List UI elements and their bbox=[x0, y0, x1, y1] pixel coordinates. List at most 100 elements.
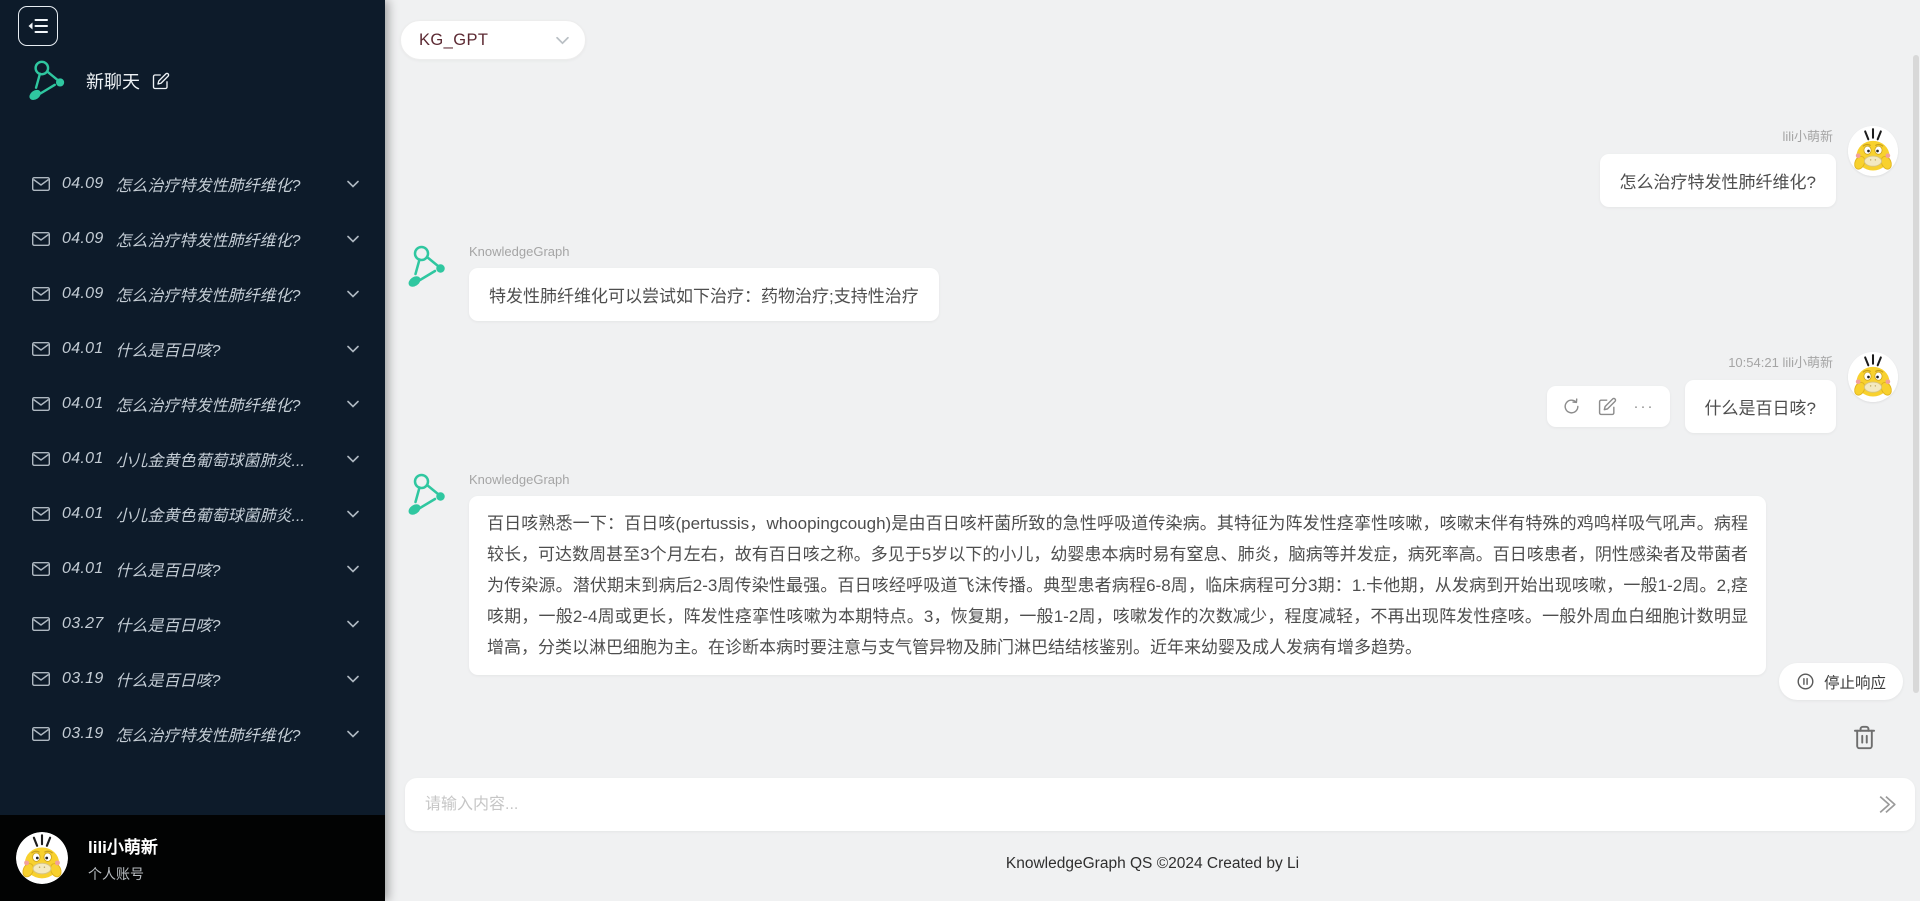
envelope-icon bbox=[32, 452, 50, 466]
history-date: 04.01 bbox=[62, 450, 104, 468]
history-title: 什么是百日咳? bbox=[116, 667, 335, 691]
chevron-down-icon[interactable] bbox=[347, 565, 359, 573]
duck-avatar-icon bbox=[16, 832, 68, 884]
history-date: 04.09 bbox=[62, 230, 104, 248]
sidebar: 新聊天 04.09 怎么治疗特发性肺纤维化? 04.09 怎么治疗特发性肺纤维化… bbox=[0, 0, 385, 901]
history-item[interactable]: 04.09 怎么治疗特发性肺纤维化? bbox=[0, 266, 385, 321]
history-title: 怎么治疗特发性肺纤维化? bbox=[116, 227, 335, 251]
message-time: 10:54:21 bbox=[1728, 355, 1779, 370]
message-bubble: 特发性肺纤维化可以尝试如下治疗：药物治疗;支持性治疗 bbox=[469, 268, 939, 321]
message-meta: 10:54:21 lili小萌新 bbox=[1728, 352, 1833, 371]
history-date: 04.09 bbox=[62, 285, 104, 303]
history-title: 什么是百日咳? bbox=[116, 557, 335, 581]
message-sender: lili小萌新 bbox=[1782, 126, 1833, 145]
stop-response-button[interactable]: 停止响应 bbox=[1779, 663, 1903, 700]
history-title: 小儿金黄色葡萄球菌肺炎... bbox=[116, 502, 335, 526]
message-toolbar: ··· bbox=[1547, 386, 1670, 427]
knowledgegraph-avatar-icon bbox=[405, 470, 455, 520]
collapse-menu-icon bbox=[26, 14, 50, 38]
chevron-down-icon[interactable] bbox=[347, 455, 359, 463]
chat-history-list: 04.09 怎么治疗特发性肺纤维化? 04.09 怎么治疗特发性肺纤维化? 04… bbox=[0, 156, 385, 761]
history-item[interactable]: 04.01 什么是百日咳? bbox=[0, 321, 385, 376]
history-title: 小儿金黄色葡萄球菌肺炎... bbox=[116, 447, 335, 471]
user-message: lili小萌新 怎么治疗特发性肺纤维化? bbox=[1600, 126, 1898, 207]
edit-icon bbox=[152, 72, 170, 90]
chevron-down-icon[interactable] bbox=[347, 510, 359, 518]
more-actions-icon[interactable]: ··· bbox=[1634, 402, 1655, 412]
chevron-down-icon[interactable] bbox=[347, 290, 359, 298]
model-selector[interactable]: KG_GPT bbox=[400, 20, 586, 60]
message-input-bar bbox=[405, 778, 1915, 831]
envelope-icon bbox=[32, 562, 50, 576]
user-profile[interactable]: lili小萌新 个人账号 bbox=[0, 815, 385, 901]
chevron-down-icon[interactable] bbox=[347, 235, 359, 243]
send-button[interactable] bbox=[1876, 794, 1899, 815]
chevron-down-icon[interactable] bbox=[347, 675, 359, 683]
history-title: 怎么治疗特发性肺纤维化? bbox=[116, 392, 335, 416]
history-item[interactable]: 03.19 怎么治疗特发性肺纤维化? bbox=[0, 706, 385, 761]
edit-icon bbox=[1598, 397, 1617, 416]
history-item[interactable]: 04.09 怎么治疗特发性肺纤维化? bbox=[0, 156, 385, 211]
message-bubble: 百日咳熟悉一下：百日咳(pertussis，whoopingcough)是由百日… bbox=[469, 496, 1766, 675]
history-item[interactable]: 04.01 小儿金黄色葡萄球菌肺炎... bbox=[0, 431, 385, 486]
message-sender: lili小萌新 bbox=[1782, 355, 1833, 370]
message-sender: KnowledgeGraph bbox=[469, 472, 1766, 487]
history-date: 03.19 bbox=[62, 670, 104, 688]
history-item[interactable]: 04.09 怎么治疗特发性肺纤维化? bbox=[0, 211, 385, 266]
chevron-down-icon[interactable] bbox=[347, 730, 359, 738]
envelope-icon bbox=[32, 177, 50, 191]
envelope-icon bbox=[32, 397, 50, 411]
footer-text: KnowledgeGraph QS ©2024 Created by Li bbox=[385, 855, 1920, 873]
history-item[interactable]: 04.01 怎么治疗特发性肺纤维化? bbox=[0, 376, 385, 431]
message-input[interactable] bbox=[423, 795, 1876, 815]
history-date: 04.01 bbox=[62, 560, 104, 578]
history-item[interactable]: 04.01 小儿金黄色葡萄球菌肺炎... bbox=[0, 486, 385, 541]
history-item[interactable]: 03.19 什么是百日咳? bbox=[0, 651, 385, 706]
history-title: 怎么治疗特发性肺纤维化? bbox=[116, 282, 335, 306]
chat-scrollbar[interactable] bbox=[1913, 55, 1919, 693]
knowledgegraph-avatar-icon bbox=[405, 242, 455, 292]
message-bubble: 怎么治疗特发性肺纤维化? bbox=[1600, 154, 1836, 207]
new-chat-button[interactable]: 新聊天 bbox=[26, 56, 385, 106]
envelope-icon bbox=[32, 672, 50, 686]
history-date: 03.27 bbox=[62, 615, 104, 633]
chevron-down-icon[interactable] bbox=[347, 345, 359, 353]
envelope-icon bbox=[32, 617, 50, 631]
history-date: 04.01 bbox=[62, 395, 104, 413]
chat-area: KG_GPT lili小萌新 怎么治疗特发性肺纤维化? KnowledgeGra… bbox=[385, 0, 1920, 901]
history-title: 怎么治疗特发性肺纤维化? bbox=[116, 172, 335, 196]
edit-message-button[interactable] bbox=[1598, 397, 1617, 416]
stop-response-label: 停止响应 bbox=[1824, 671, 1886, 693]
history-title: 什么是百日咳? bbox=[116, 612, 335, 636]
regenerate-button[interactable] bbox=[1562, 397, 1581, 416]
chevron-down-icon[interactable] bbox=[347, 180, 359, 188]
user-avatar bbox=[16, 832, 68, 884]
send-icon bbox=[1876, 794, 1899, 815]
bot-message: KnowledgeGraph 百日咳熟悉一下：百日咳(pertussis，who… bbox=[405, 470, 1766, 675]
message-bubble: 什么是百日咳? bbox=[1685, 380, 1836, 433]
model-name: KG_GPT bbox=[419, 31, 556, 50]
refresh-icon bbox=[1562, 397, 1581, 416]
pause-circle-icon bbox=[1796, 672, 1815, 691]
bot-message: KnowledgeGraph 特发性肺纤维化可以尝试如下治疗：药物治疗;支持性治… bbox=[405, 242, 939, 321]
duck-avatar-icon bbox=[1848, 352, 1898, 402]
history-title: 什么是百日咳? bbox=[116, 337, 335, 361]
envelope-icon bbox=[32, 342, 50, 356]
envelope-icon bbox=[32, 507, 50, 521]
history-date: 04.01 bbox=[62, 340, 104, 358]
history-item[interactable]: 03.27 什么是百日咳? bbox=[0, 596, 385, 651]
collapse-sidebar-button[interactable] bbox=[18, 6, 58, 46]
envelope-icon bbox=[32, 287, 50, 301]
history-item[interactable]: 04.01 什么是百日咳? bbox=[0, 541, 385, 596]
chevron-down-icon[interactable] bbox=[347, 620, 359, 628]
chevron-down-icon bbox=[556, 36, 569, 45]
profile-account-type: 个人账号 bbox=[88, 864, 158, 884]
knowledgegraph-logo-icon bbox=[26, 57, 74, 105]
user-avatar bbox=[1848, 352, 1898, 402]
history-date: 04.09 bbox=[62, 175, 104, 193]
envelope-icon bbox=[32, 727, 50, 741]
envelope-icon bbox=[32, 232, 50, 246]
chevron-down-icon[interactable] bbox=[347, 400, 359, 408]
app-window: 新聊天 04.09 怎么治疗特发性肺纤维化? 04.09 怎么治疗特发性肺纤维化… bbox=[0, 0, 1920, 901]
delete-chat-icon[interactable] bbox=[1851, 724, 1878, 751]
